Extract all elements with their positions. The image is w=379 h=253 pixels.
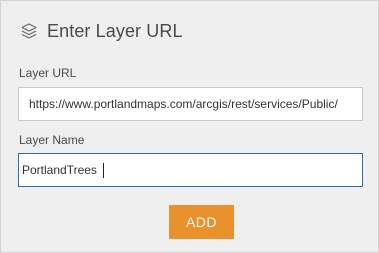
- add-button[interactable]: ADD: [169, 205, 234, 239]
- layer-name-input[interactable]: [18, 153, 363, 187]
- add-layer-panel: Enter Layer URL Layer URL Layer Name ADD: [0, 0, 379, 253]
- text-cursor: [103, 163, 104, 178]
- layer-url-input[interactable]: [18, 87, 363, 121]
- layers-icon: [19, 21, 39, 41]
- dialog-title: Enter Layer URL: [47, 20, 183, 41]
- layer-name-label: Layer Name: [19, 133, 85, 147]
- panel-header: Enter Layer URL: [19, 17, 183, 45]
- layer-url-label: Layer URL: [19, 66, 77, 80]
